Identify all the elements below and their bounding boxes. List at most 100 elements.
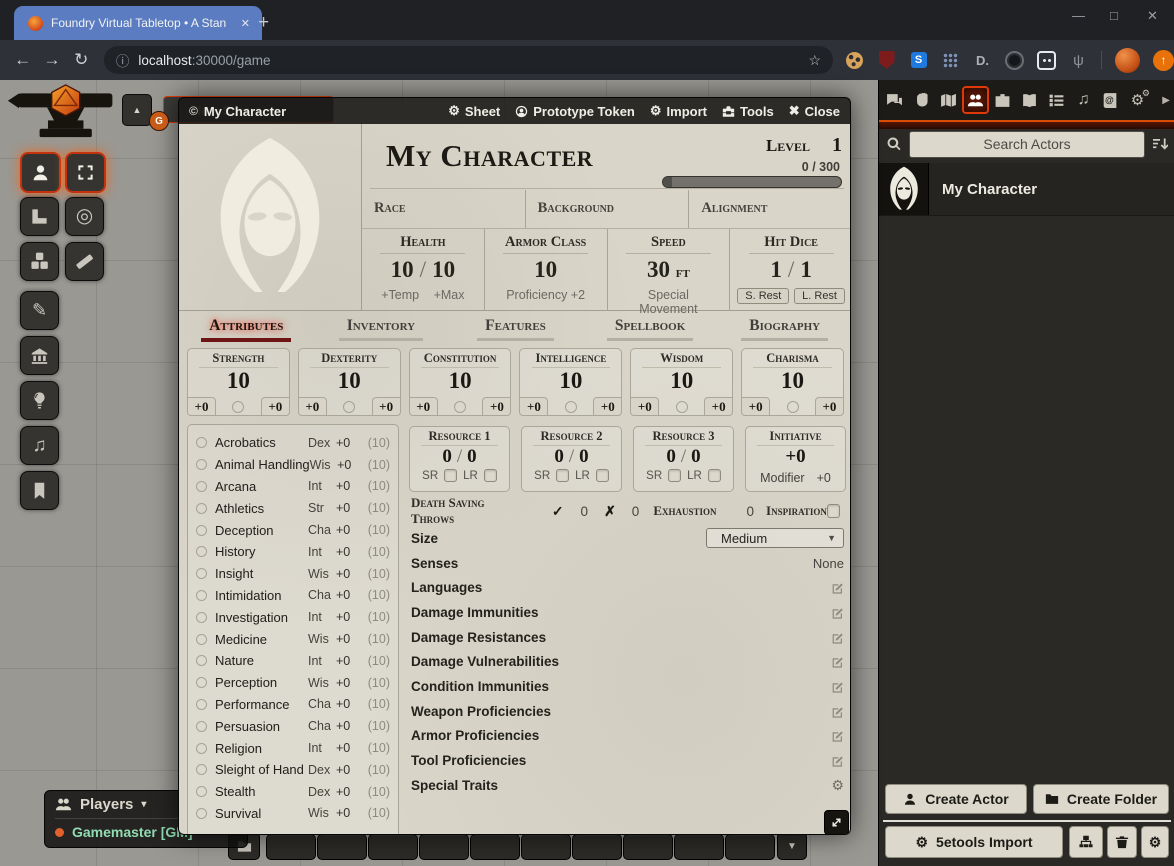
tab-biography[interactable]: Biography xyxy=(717,317,851,341)
skill-prof-radio[interactable] xyxy=(196,503,207,514)
edit-icon[interactable] xyxy=(831,606,844,619)
resource-value[interactable]: 0 xyxy=(442,446,452,467)
skill-name[interactable]: Survival xyxy=(215,806,308,821)
proficiency-radio[interactable] xyxy=(343,401,355,413)
ability-name[interactable]: Constitution xyxy=(410,351,511,366)
skill-prof-radio[interactable] xyxy=(196,546,207,557)
sort-filter-icon[interactable] xyxy=(1152,136,1168,152)
initiative-value[interactable]: +0 xyxy=(785,446,805,467)
edit-icon[interactable] xyxy=(831,754,844,767)
short-rest-button[interactable]: S. Rest xyxy=(737,288,789,304)
skill-name[interactable]: Insight xyxy=(215,566,308,581)
tool-drawings[interactable]: ✎ xyxy=(20,291,59,330)
create-folder-button[interactable]: Create Folder xyxy=(1033,784,1169,814)
import-button[interactable]: ⚙ Import xyxy=(650,103,707,119)
skill-name[interactable]: Athletics xyxy=(215,501,308,516)
tab-spellbook[interactable]: Spellbook xyxy=(583,317,718,341)
skill-name[interactable]: Persuasion xyxy=(215,719,308,734)
foundry-anvil-logo[interactable] xyxy=(6,84,118,148)
macro-slot-3[interactable] xyxy=(368,834,418,860)
tab-chat[interactable] xyxy=(881,86,908,114)
ability-name[interactable]: Wisdom xyxy=(631,351,732,366)
proficiency-radio[interactable] xyxy=(454,401,466,413)
macro-slot-9[interactable] xyxy=(674,834,724,860)
skill-name[interactable]: Medicine xyxy=(215,632,308,647)
skill-prof-radio[interactable] xyxy=(196,525,207,536)
create-actor-button[interactable]: Create Actor xyxy=(885,784,1027,814)
skill-prof-radio[interactable] xyxy=(196,655,207,666)
ability-save[interactable]: +0 xyxy=(261,397,290,416)
sheet-window-header[interactable]: © My Character ⚙ Sheet Prototype Token ⚙… xyxy=(178,97,851,124)
ac-value[interactable]: 10 xyxy=(534,257,557,282)
cookie-extension-icon[interactable] xyxy=(845,51,864,70)
d-extension-icon[interactable]: D. xyxy=(973,51,992,70)
exhaustion-value[interactable]: 0 xyxy=(747,504,755,519)
grid-extension-icon[interactable] xyxy=(941,51,960,70)
tool-target-template[interactable]: ◎ xyxy=(65,197,104,236)
ability-score[interactable]: 10 xyxy=(299,368,400,393)
ability-score[interactable]: 10 xyxy=(410,368,511,393)
skill-name[interactable]: Intimidation xyxy=(215,588,308,603)
site-info-icon[interactable]: ⓘ xyxy=(116,50,130,70)
sheet-config-button[interactable]: ⚙ Sheet xyxy=(448,103,500,119)
edit-icon[interactable] xyxy=(831,581,844,594)
character-portrait[interactable] xyxy=(179,124,362,311)
reload-button[interactable]: ↻ xyxy=(67,50,96,70)
resource-label[interactable]: Resource 1 xyxy=(410,429,509,444)
sidebar-expand-button[interactable]: ▶ xyxy=(1162,95,1173,106)
folder-tree-button[interactable] xyxy=(1069,826,1103,858)
nav-collapse-button[interactable]: ▲ xyxy=(122,94,152,126)
close-window-button[interactable]: ✖ Close xyxy=(789,103,840,119)
window-minimize-button[interactable]: — xyxy=(1072,8,1085,23)
dots-extension-icon[interactable] xyxy=(1037,51,1056,70)
death-fail-count[interactable]: 0 xyxy=(632,504,640,519)
back-button[interactable]: ← xyxy=(8,50,37,70)
tab-playlists[interactable]: ♫ xyxy=(1070,86,1097,114)
address-bar[interactable]: ⓘ localhost:30000/game ☆ xyxy=(104,46,833,74)
hd-max[interactable]: 1 xyxy=(800,257,812,282)
edit-icon[interactable] xyxy=(831,705,844,718)
scene-nav-badge[interactable]: G xyxy=(149,111,169,131)
skill-prof-radio[interactable] xyxy=(196,699,207,710)
resource-value[interactable]: 0 xyxy=(666,446,676,467)
skill-prof-radio[interactable] xyxy=(196,764,207,775)
resource-max[interactable]: 0 xyxy=(691,446,701,467)
ability-save[interactable]: +0 xyxy=(482,397,511,416)
sr-checkbox[interactable] xyxy=(444,469,457,482)
tab-tables[interactable] xyxy=(1043,86,1070,114)
skill-prof-radio[interactable] xyxy=(196,721,207,732)
configure-button[interactable]: ⚙ xyxy=(1141,826,1169,858)
speed-value[interactable]: 30 xyxy=(647,257,670,282)
edit-icon[interactable] xyxy=(831,655,844,668)
sr-checkbox[interactable] xyxy=(668,469,681,482)
tab-features[interactable]: Features xyxy=(448,317,583,341)
hp-current[interactable]: 10 xyxy=(391,257,414,282)
lens-extension-icon[interactable] xyxy=(1005,51,1024,70)
skill-name[interactable]: Nature xyxy=(215,653,308,668)
ability-save[interactable]: +0 xyxy=(704,397,733,416)
tool-dice[interactable] xyxy=(20,242,59,281)
skill-prof-radio[interactable] xyxy=(196,437,207,448)
ability-score[interactable]: 10 xyxy=(188,368,289,393)
ability-name[interactable]: Dexterity xyxy=(299,351,400,366)
macro-slot-1[interactable] xyxy=(266,834,316,860)
tab-scenes[interactable] xyxy=(935,86,962,114)
long-rest-button[interactable]: L. Rest xyxy=(794,288,845,304)
skill-prof-radio[interactable] xyxy=(196,612,207,623)
edit-icon[interactable] xyxy=(831,680,844,693)
initiative-mod[interactable]: +0 xyxy=(817,471,831,485)
lr-checkbox[interactable] xyxy=(596,469,609,482)
fork-extension-icon[interactable]: ψ xyxy=(1069,51,1088,70)
window-resize-handle[interactable] xyxy=(824,810,849,835)
death-success-count[interactable]: 0 xyxy=(581,504,589,519)
hp-tempmax-label[interactable]: +Max xyxy=(434,288,465,302)
browser-update-icon[interactable]: ↑ xyxy=(1153,50,1174,71)
skill-name[interactable]: Religion xyxy=(215,741,308,756)
skill-name[interactable]: Perception xyxy=(215,675,308,690)
edit-icon[interactable] xyxy=(831,729,844,742)
xp-text[interactable]: 0 / 300 xyxy=(802,160,840,174)
size-select[interactable]: Medium▼ xyxy=(706,528,844,548)
race-field[interactable]: Race xyxy=(362,190,525,228)
ability-name[interactable]: Charisma xyxy=(742,351,843,366)
skill-prof-radio[interactable] xyxy=(196,786,207,797)
